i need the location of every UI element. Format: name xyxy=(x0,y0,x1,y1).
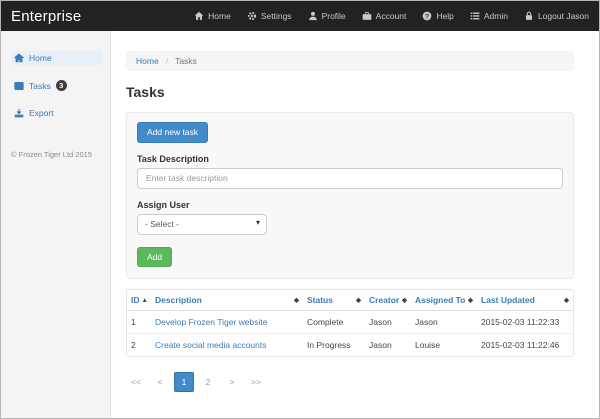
cell-assigned-to: Louise xyxy=(411,333,477,356)
cell-status: Complete xyxy=(307,317,344,327)
help-circle-icon: ? xyxy=(422,11,432,21)
breadcrumb-current: Tasks xyxy=(175,56,197,66)
column-header-assigned-to[interactable]: Assigned To ◆ xyxy=(411,290,477,311)
pagination-next[interactable]: > xyxy=(222,372,242,392)
column-label: Last Updated xyxy=(481,295,535,305)
sort-icon[interactable]: ◆ xyxy=(564,296,569,304)
sort-icon[interactable]: ◆ xyxy=(468,296,473,304)
cell-assigned-to: Jason xyxy=(415,317,438,327)
cell-last-updated: 2015-02-03 11:22:46 xyxy=(477,333,573,356)
column-header-status[interactable]: Status ◆ xyxy=(303,290,365,311)
task-description-input[interactable] xyxy=(137,167,563,189)
column-header-last-updated[interactable]: Last Updated ◆ xyxy=(477,290,573,311)
sidebar-item-label: Home xyxy=(29,53,52,63)
column-label: Status xyxy=(307,295,333,305)
task-link[interactable]: Develop Frozen Tiger website xyxy=(155,317,267,327)
sort-icon[interactable]: ◆ xyxy=(294,296,299,304)
pagination-prev[interactable]: < xyxy=(150,372,170,392)
nav-item-admin[interactable]: Admin xyxy=(470,11,508,21)
add-button[interactable]: Add xyxy=(137,246,173,267)
sidebar-item-home[interactable]: Home xyxy=(11,51,103,65)
pagination-page-2[interactable]: 2 xyxy=(198,372,218,392)
sidebar-item-label: Tasks xyxy=(29,80,51,91)
table-row: 1 Develop Frozen Tiger website Complete … xyxy=(127,311,573,334)
breadcrumb: Home / Tasks xyxy=(126,51,574,71)
lock-icon xyxy=(524,11,534,21)
nav-item-label: Help xyxy=(436,11,454,21)
column-label: Description xyxy=(155,295,202,305)
home-icon xyxy=(14,53,24,63)
nav-item-label: Home xyxy=(208,11,231,21)
sort-icon[interactable]: ◆ xyxy=(356,296,361,304)
nav-item-help[interactable]: ? Help xyxy=(422,11,454,21)
assign-user-label: Assign User xyxy=(137,199,190,210)
cell-creator: Jason xyxy=(369,317,392,327)
tasks-count-badge: 3 xyxy=(55,80,67,91)
sidebar-item-tasks[interactable]: Tasks 3 xyxy=(11,78,103,93)
page-title: Tasks xyxy=(126,84,165,100)
nav-item-label: Profile xyxy=(321,11,346,21)
task-description-label: Task Description xyxy=(137,153,209,164)
column-label: Creator xyxy=(369,295,400,305)
breadcrumb-separator: / xyxy=(165,56,169,66)
table-header-row: ID ▲ Description ◆ Status ◆ Creator ◆ As… xyxy=(127,290,573,311)
cell-status: In Progress xyxy=(303,333,365,356)
copyright-text: © Frozen Tiger Ltd 2015 xyxy=(11,150,92,159)
user-icon xyxy=(308,11,318,21)
top-navbar: Enterprise Home Settings Profile Account… xyxy=(1,1,599,31)
task-link[interactable]: Create social media accounts xyxy=(155,340,267,350)
table-icon xyxy=(14,81,24,91)
pagination-page-1[interactable]: 1 xyxy=(174,372,194,392)
download-icon xyxy=(14,108,24,118)
nav-item-label: Admin xyxy=(483,11,508,21)
column-label: Assigned To xyxy=(415,295,466,305)
svg-text:?: ? xyxy=(425,13,429,20)
nav-item-label: Settings xyxy=(260,11,292,21)
sort-icon[interactable]: ◆ xyxy=(402,296,407,304)
pagination-last[interactable]: >> xyxy=(246,372,266,392)
sort-ascending-icon[interactable]: ▲ xyxy=(142,297,148,304)
nav-item-logout[interactable]: Logout Jason xyxy=(524,11,589,21)
home-icon xyxy=(194,11,204,21)
nav-item-home[interactable]: Home xyxy=(194,11,231,21)
sidebar-item-export[interactable]: Export xyxy=(11,106,103,120)
brand-logo[interactable]: Enterprise xyxy=(11,8,81,25)
pagination-first[interactable]: << xyxy=(126,372,146,392)
nav-item-label: Logout Jason xyxy=(537,11,589,21)
add-new-task-button[interactable]: Add new task xyxy=(137,122,209,143)
gear-icon xyxy=(247,11,257,21)
assign-user-select-wrap: - Select - xyxy=(137,213,267,235)
nav-item-label: Account xyxy=(375,11,407,21)
app-window: Enterprise Home Settings Profile Account… xyxy=(0,0,600,419)
table-row: 2 Create social media accounts In Progre… xyxy=(127,333,573,356)
main-content: Home / Tasks Tasks Add new task Task Des… xyxy=(111,31,599,418)
cell-creator: Jason xyxy=(365,333,411,356)
cell-id: 2 xyxy=(127,333,151,356)
tasks-table-card: ID ▲ Description ◆ Status ◆ Creator ◆ As… xyxy=(126,289,574,357)
column-header-id[interactable]: ID ▲ xyxy=(127,290,151,311)
column-label: ID xyxy=(131,295,140,305)
cell-id: 1 xyxy=(131,317,136,327)
sidebar: Home Tasks 3 Export © Frozen Tiger Ltd 2… xyxy=(1,31,111,418)
nav-item-account[interactable]: Account xyxy=(362,11,407,21)
pagination: << < 1 2 > >> xyxy=(126,372,574,392)
briefcase-icon xyxy=(362,11,372,21)
nav-item-profile[interactable]: Profile xyxy=(308,11,346,21)
nav-item-settings[interactable]: Settings xyxy=(247,11,292,21)
breadcrumb-home[interactable]: Home xyxy=(136,56,159,66)
cell-last-updated: 2015-02-03 11:22:33 xyxy=(481,317,560,327)
list-icon xyxy=(470,11,480,21)
column-header-creator[interactable]: Creator ◆ xyxy=(365,290,411,311)
sidebar-item-label: Export xyxy=(29,108,54,118)
assign-user-select[interactable]: - Select - xyxy=(137,213,267,235)
tasks-table: ID ▲ Description ◆ Status ◆ Creator ◆ As… xyxy=(127,290,573,356)
column-header-description[interactable]: Description ◆ xyxy=(151,290,303,311)
add-task-panel: Add new task Task Description Assign Use… xyxy=(126,112,574,279)
navbar-menu: Home Settings Profile Account ? Help Adm… xyxy=(194,11,589,21)
